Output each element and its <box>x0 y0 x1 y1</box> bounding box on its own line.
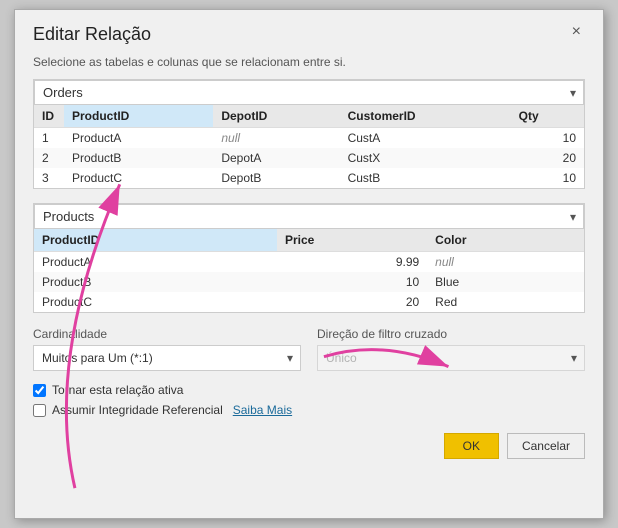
cardinality-select-wrapper: Muitos para Um (*:1)Um para Um (1:1)Um p… <box>33 345 301 371</box>
filter-direction-col: Direção de filtro cruzado ÚnicoAmbos <box>317 327 585 371</box>
orders-col-id: ID <box>34 105 64 128</box>
active-relation-row: Tornar esta relação ativa <box>33 383 585 397</box>
products-cell-color: Red <box>427 292 584 312</box>
orders-col-productid: ProductID <box>64 105 213 128</box>
orders-table: ID ProductID DepotID CustomerID Qty 1 Pr… <box>34 105 584 188</box>
products-col-color: Color <box>427 229 584 252</box>
orders-cell-productid: ProductB <box>64 148 213 168</box>
products-col-productid: ProductID <box>34 229 277 252</box>
orders-cell-customerid: CustA <box>340 128 511 149</box>
orders-table-row: 2 ProductB DepotA CustX 20 <box>34 148 584 168</box>
edit-relation-dialog: Editar Relação × Selecione as tabelas e … <box>14 9 604 519</box>
orders-cell-depotid: DepotB <box>213 168 339 188</box>
cardinality-select[interactable]: Muitos para Um (*:1)Um para Um (1:1)Um p… <box>33 345 301 371</box>
orders-cell-id: 3 <box>34 168 64 188</box>
saiba-mais-link[interactable]: Saiba Mais <box>233 403 292 417</box>
orders-cell-id: 1 <box>34 128 64 149</box>
dialog-title: Editar Relação <box>33 24 151 45</box>
referential-integrity-checkbox[interactable] <box>33 404 46 417</box>
products-table-section: Products ProductID Price Color ProductA … <box>33 203 585 313</box>
products-cell-productid: ProductB <box>34 272 277 292</box>
products-cell-productid: ProductA <box>34 252 277 273</box>
filter-direction-select-wrapper: ÚnicoAmbos <box>317 345 585 371</box>
orders-cell-depotid: DepotA <box>213 148 339 168</box>
products-dropdown[interactable]: Products <box>34 204 584 229</box>
orders-col-qty: Qty <box>511 105 584 128</box>
ok-button[interactable]: OK <box>444 433 499 459</box>
orders-col-depotid: DepotID <box>213 105 339 128</box>
orders-cell-productid: ProductA <box>64 128 213 149</box>
cardinality-label: Cardinalidade <box>33 327 301 341</box>
filter-direction-select[interactable]: ÚnicoAmbos <box>317 345 585 371</box>
products-table-row: ProductB 10 Blue <box>34 272 584 292</box>
orders-cell-qty: 10 <box>511 128 584 149</box>
products-table-row: ProductA 9.99 null <box>34 252 584 273</box>
filter-direction-label: Direção de filtro cruzado <box>317 327 585 341</box>
products-cell-color: null <box>427 252 584 273</box>
dialog-footer: OK Cancelar <box>15 423 603 473</box>
close-button[interactable]: × <box>568 24 585 40</box>
products-cell-price: 10 <box>277 272 427 292</box>
referential-integrity-label: Assumir Integridade Referencial <box>52 403 223 417</box>
orders-table-row: 1 ProductA null CustA 10 <box>34 128 584 149</box>
referential-integrity-row: Assumir Integridade Referencial Saiba Ma… <box>33 403 585 417</box>
orders-cell-productid: ProductC <box>64 168 213 188</box>
cardinality-col: Cardinalidade Muitos para Um (*:1)Um par… <box>33 327 301 371</box>
products-cell-price: 20 <box>277 292 427 312</box>
orders-table-section: Orders ID ProductID DepotID CustomerID Q… <box>33 79 585 189</box>
products-table-row: ProductC 20 Red <box>34 292 584 312</box>
products-col-price: Price <box>277 229 427 252</box>
products-cell-productid: ProductC <box>34 292 277 312</box>
orders-cell-id: 2 <box>34 148 64 168</box>
dialog-subtitle: Selecione as tabelas e colunas que se re… <box>15 55 603 79</box>
products-cell-color: Blue <box>427 272 584 292</box>
orders-cell-qty: 10 <box>511 168 584 188</box>
active-relation-label: Tornar esta relação ativa <box>52 383 183 397</box>
dialog-body: Orders ID ProductID DepotID CustomerID Q… <box>15 79 603 417</box>
products-dropdown-wrapper: Products <box>34 204 584 229</box>
orders-cell-customerid: CustX <box>340 148 511 168</box>
orders-table-row: 3 ProductC DepotB CustB 10 <box>34 168 584 188</box>
orders-dropdown-wrapper: Orders <box>34 80 584 105</box>
cancel-button[interactable]: Cancelar <box>507 433 585 459</box>
orders-cell-depotid: null <box>213 128 339 149</box>
orders-cell-customerid: CustB <box>340 168 511 188</box>
products-table: ProductID Price Color ProductA 9.99 null… <box>34 229 584 312</box>
active-relation-checkbox[interactable] <box>33 384 46 397</box>
orders-dropdown[interactable]: Orders <box>34 80 584 105</box>
cardinality-row: Cardinalidade Muitos para Um (*:1)Um par… <box>33 327 585 371</box>
dialog-header: Editar Relação × <box>15 10 603 55</box>
products-cell-price: 9.99 <box>277 252 427 273</box>
orders-col-customerid: CustomerID <box>340 105 511 128</box>
orders-cell-qty: 20 <box>511 148 584 168</box>
